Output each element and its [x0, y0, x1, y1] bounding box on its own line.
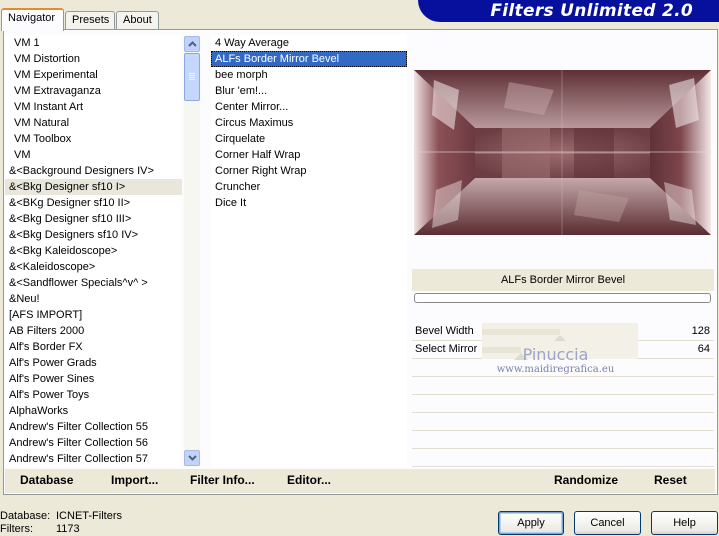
category-item[interactable]: Andrew's Filter Collection 57: [5, 451, 182, 467]
category-item[interactable]: &<Bkg Designers sf10 IV>: [5, 227, 182, 243]
category-list[interactable]: VM 1 VM Distortion VM Experimental VM Extra…: [5, 35, 182, 467]
category-item[interactable]: &<Bkg Designer sf10 III>: [5, 211, 182, 227]
param-label: Select Mirror: [415, 343, 478, 355]
param-row-empty: [412, 449, 714, 467]
tab-navigator-label: Navigator: [8, 12, 56, 24]
tab-presets[interactable]: Presets: [65, 11, 115, 30]
category-item[interactable]: &<Bkg Kaleidoscope>: [5, 243, 182, 259]
param-row-empty: [412, 431, 714, 449]
category-item[interactable]: Alf's Power Toys: [5, 387, 182, 403]
category-item[interactable]: VM Toolbox: [5, 131, 182, 147]
category-item[interactable]: [AFS IMPORT]: [5, 307, 182, 323]
grip-line: [189, 75, 195, 76]
grip-line: [189, 73, 195, 74]
param-row[interactable]: Select Mirror 64: [412, 341, 714, 360]
param-slider[interactable]: [482, 323, 638, 342]
filter-item[interactable]: Cruncher: [211, 179, 407, 195]
filter-item[interactable]: Dice It: [211, 195, 407, 211]
param-value: 128: [691, 325, 710, 337]
scroll-thumb[interactable]: [184, 53, 200, 101]
filter-item[interactable]: ALFs Border Mirror Bevel: [211, 51, 407, 67]
category-item[interactable]: &<Sandflower Specials^v^ >: [5, 275, 182, 291]
param-row-empty: [412, 395, 714, 413]
category-item[interactable]: &<Background Designers IV>: [5, 163, 182, 179]
category-item[interactable]: &<BKg Designer sf10 II>: [5, 195, 182, 211]
param-slider-fill: [482, 329, 561, 335]
filter-item[interactable]: Circus Maximus: [211, 115, 407, 131]
tab-about[interactable]: About: [116, 11, 159, 30]
status-database-label: Database:: [0, 510, 51, 522]
scroll-down-button[interactable]: [184, 450, 200, 466]
app-title: Filters Unlimited 2.0: [490, 1, 693, 21]
filter-item[interactable]: Corner Right Wrap: [211, 163, 407, 179]
tab-about-label: About: [123, 14, 152, 26]
category-item[interactable]: AB Filters 2000: [5, 323, 182, 339]
grip-line: [189, 79, 195, 80]
filter-item[interactable]: Corner Half Wrap: [211, 147, 407, 163]
chevron-down-icon: [188, 455, 197, 461]
cancel-button[interactable]: Cancel: [574, 511, 641, 535]
chevron-up-icon: [188, 41, 197, 47]
category-item[interactable]: VM Distortion: [5, 51, 182, 67]
filter-item[interactable]: 4 Way Average: [211, 35, 407, 51]
selected-filter-title: ALFs Border Mirror Bevel: [412, 269, 714, 291]
tab-presets-label: Presets: [72, 14, 110, 26]
category-item[interactable]: VM Extravaganza: [5, 83, 182, 99]
category-item[interactable]: VM: [5, 147, 182, 163]
help-button[interactable]: Help: [651, 511, 718, 535]
action-bar: Database Import... Filter Info... Editor…: [5, 469, 715, 493]
category-item[interactable]: VM Experimental: [5, 67, 182, 83]
apply-button[interactable]: Apply: [498, 511, 564, 535]
tab-navigator[interactable]: Navigator: [1, 8, 64, 31]
filter-info-link[interactable]: Filter Info...: [190, 473, 255, 487]
category-item[interactable]: Alf's Power Grads: [5, 355, 182, 371]
parameter-table: Bevel Width 128 Select Mirror 64: [412, 323, 714, 467]
preview-image: [414, 70, 711, 235]
category-item[interactable]: AlphaWorks: [5, 403, 182, 419]
category-item[interactable]: VM Natural: [5, 115, 182, 131]
param-slider[interactable]: [482, 341, 638, 360]
filter-item[interactable]: Cirquelate: [211, 131, 407, 147]
filter-settings-area: ALFs Border Mirror Bevel Bevel Width 128…: [412, 35, 714, 467]
param-row-empty: [412, 359, 714, 377]
scroll-up-button[interactable]: [184, 36, 200, 52]
category-item[interactable]: &<Kaleidoscope>: [5, 259, 182, 275]
category-item[interactable]: &Neu!: [5, 291, 182, 307]
randomize-link[interactable]: Randomize: [554, 473, 618, 487]
param-label: Bevel Width: [415, 325, 474, 337]
param-row-empty: [412, 377, 714, 395]
category-item[interactable]: &<Bkg Designer sf10 I>: [5, 179, 182, 195]
filter-list[interactable]: 4 Way Average ALFs Border Mirror Bevel bee…: [211, 35, 407, 467]
category-item[interactable]: VM Instant Art: [5, 99, 182, 115]
reset-link[interactable]: Reset: [654, 473, 687, 487]
app-banner: Filters Unlimited 2.0: [418, 0, 719, 22]
category-item[interactable]: VM 1: [5, 35, 182, 51]
import-link[interactable]: Import...: [111, 473, 158, 487]
param-row-empty: [412, 413, 714, 431]
progress-bar: [414, 293, 711, 303]
filter-item[interactable]: Blur 'em!...: [211, 83, 407, 99]
category-item[interactable]: Andrew's Filter Collection 55: [5, 419, 182, 435]
status-filters-label: Filters:: [0, 523, 33, 535]
filter-item[interactable]: Center Mirror...: [211, 99, 407, 115]
database-link[interactable]: Database: [20, 473, 73, 487]
category-item[interactable]: Alf's Power Sines: [5, 371, 182, 387]
category-scrollbar[interactable]: [184, 36, 200, 466]
status-filters-value: 1173: [56, 523, 80, 535]
status-database-value: ICNET-Filters: [56, 510, 122, 522]
editor-link[interactable]: Editor...: [287, 473, 331, 487]
grip-line: [189, 77, 195, 78]
category-item[interactable]: Andrew's Filter Collection 56: [5, 435, 182, 451]
category-item[interactable]: Alf's Border FX: [5, 339, 182, 355]
param-row[interactable]: Bevel Width 128: [412, 323, 714, 342]
param-value: 64: [697, 343, 710, 355]
filter-item[interactable]: bee morph: [211, 67, 407, 83]
mirror-bevel-preview: [414, 70, 711, 235]
